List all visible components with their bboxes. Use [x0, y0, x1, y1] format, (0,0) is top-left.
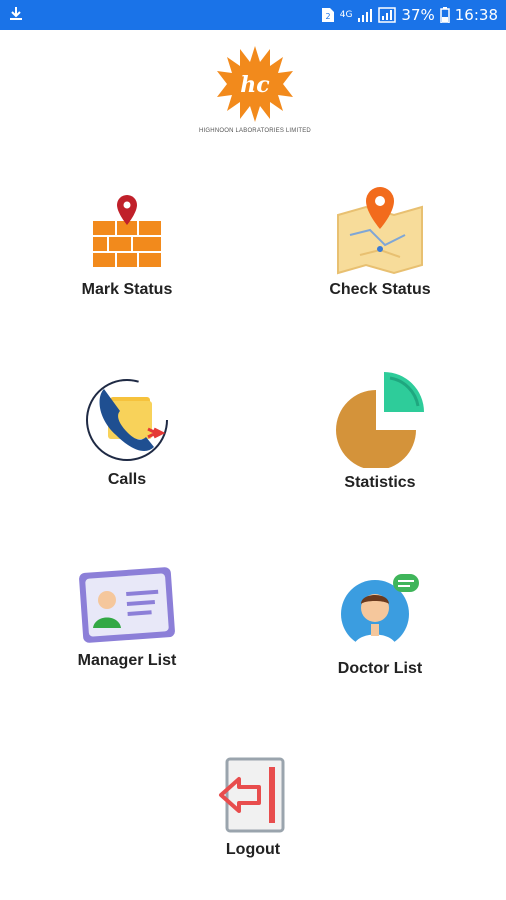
network-4g-icon: 4G	[339, 9, 353, 20]
sim-icon: 2	[321, 7, 335, 23]
signal-icon	[357, 8, 373, 22]
doctor-list-label: Doctor List	[337, 660, 423, 677]
phone-call-icon	[86, 379, 168, 461]
clock-time: 16:38	[454, 6, 498, 24]
check-status-label: Check Status	[329, 281, 431, 298]
map-pin-wall-icon	[93, 195, 161, 267]
company-logo: hc HIGHNOON LABORATORIES LIMITED	[180, 44, 330, 140]
check-status-button[interactable]: Check Status	[290, 185, 470, 299]
status-bar: 2 4G 37% 16:38	[0, 0, 506, 30]
calls-button[interactable]: Calls	[37, 375, 217, 489]
download-icon	[8, 5, 24, 25]
map-location-icon	[337, 187, 423, 275]
logout-button[interactable]: Logout	[163, 755, 343, 859]
manager-list-label: Manager List	[77, 652, 177, 669]
logout-label: Logout	[225, 841, 281, 858]
mark-status-label: Mark Status	[81, 281, 173, 298]
doctor-icon	[341, 574, 419, 648]
battery-icon	[440, 7, 450, 23]
manager-list-button[interactable]: Manager List	[37, 562, 217, 670]
battery-percent: 37%	[401, 6, 435, 24]
id-card-icon	[79, 567, 175, 643]
statistics-button[interactable]: Statistics	[290, 368, 470, 492]
svg-text:hc: hc	[240, 72, 270, 98]
logout-door-icon	[219, 757, 285, 833]
logo-caption: HIGHNOON LABORATORIES LIMITED	[199, 128, 311, 134]
svg-text:2: 2	[325, 12, 330, 21]
pie-chart-icon	[336, 372, 424, 468]
signal-icon-secondary	[378, 7, 397, 23]
doctor-list-button[interactable]: Doctor List	[290, 568, 470, 678]
sunburst-logo-icon: hc	[217, 46, 293, 122]
mark-status-button[interactable]: Mark Status	[37, 195, 217, 299]
statistics-label: Statistics	[344, 474, 416, 491]
calls-label: Calls	[107, 471, 147, 488]
